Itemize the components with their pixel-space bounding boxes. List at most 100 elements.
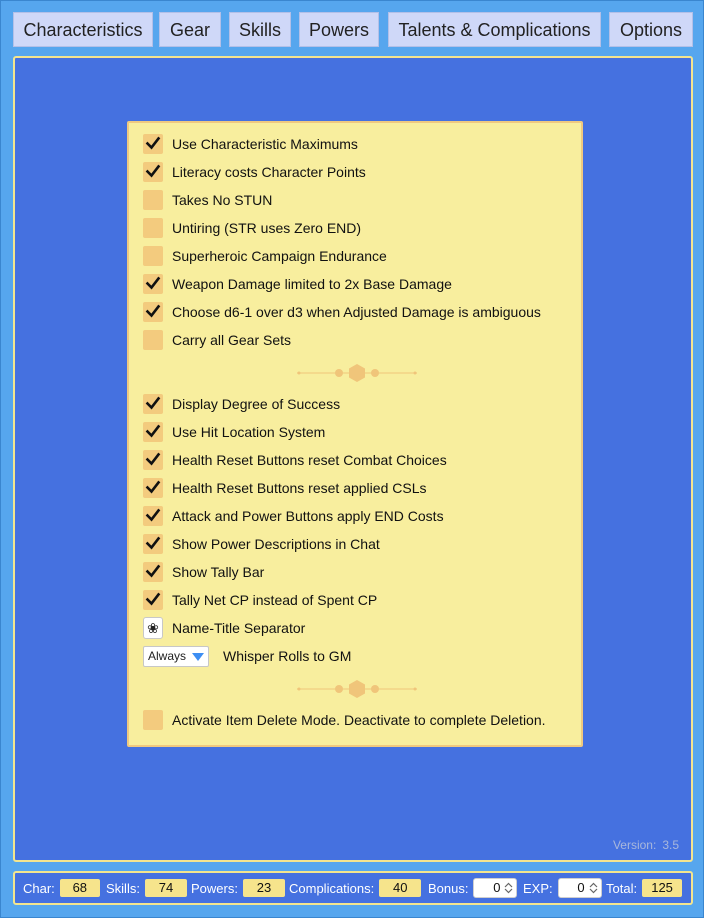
sheet-frame: Characteristics Gear Skills Powers Talen… — [0, 0, 704, 918]
tab-gear[interactable]: Gear — [159, 12, 221, 47]
checkmark-icon — [145, 452, 161, 466]
version-info: Version: 3.5 — [613, 838, 679, 852]
option-checkbox[interactable] — [143, 218, 163, 238]
option-label: Show Power Descriptions in Chat — [172, 536, 380, 552]
option-label: Show Tally Bar — [172, 564, 265, 580]
tally-bonus-label: Bonus: — [428, 880, 469, 896]
whisper-select-value: Always — [148, 648, 187, 663]
option-checkbox[interactable] — [143, 450, 163, 470]
options-page: Use Characteristic Maximums Literacy cost… — [13, 56, 693, 862]
checkmark-icon — [145, 536, 161, 550]
hexagon-divider-icon — [297, 364, 417, 382]
option-checkbox[interactable] — [143, 330, 163, 350]
tally-powers-label: Powers: — [191, 880, 238, 896]
version-label: Version: — [612, 838, 657, 852]
option-label: Attack and Power Buttons apply END Costs — [172, 508, 444, 524]
separator-label: Name-Title Separator — [172, 620, 306, 636]
option-row: Use Characteristic Maximums — [143, 133, 358, 155]
option-row: Tally Net CP instead of Spent CP — [143, 589, 377, 611]
tally-exp-input[interactable]: 0 — [557, 878, 602, 898]
option-label: Takes No STUN — [172, 192, 273, 208]
tab-characteristics[interactable]: Characteristics — [13, 12, 153, 47]
option-row: Health Reset Buttons reset Combat Choice… — [143, 449, 447, 471]
option-row: Attack and Power Buttons apply END Costs — [143, 505, 444, 527]
option-checkbox[interactable] — [143, 478, 163, 498]
tally-total-value: 125 — [642, 879, 683, 897]
option-checkbox[interactable] — [143, 190, 163, 210]
options-panel: Use Characteristic Maximums Literacy cost… — [127, 121, 583, 747]
delete-mode-row: Activate Item Delete Mode. Deactivate to… — [143, 709, 546, 731]
option-label: Use Hit Location System — [172, 424, 326, 440]
tally-complications-label: Complications: — [289, 880, 375, 896]
tally-total-label: Total: — [606, 880, 638, 896]
spinner-arrows-icon[interactable] — [589, 882, 598, 894]
option-checkbox[interactable] — [143, 562, 163, 582]
option-row: Untiring (STR uses Zero END) — [143, 217, 361, 239]
option-label: Literacy costs Character Points — [172, 164, 366, 180]
option-row: Weapon Damage limited to 2x Base Damage — [143, 273, 452, 295]
option-row: Use Hit Location System — [143, 421, 325, 443]
option-checkbox[interactable] — [143, 394, 163, 414]
option-label: Superheroic Campaign Endurance — [172, 248, 387, 264]
tab-talents-complications[interactable]: Talents & Complications — [388, 12, 601, 47]
tally-char: Char: 68 — [23, 873, 100, 903]
option-row: Choose d6-1 over d3 when Adjusted Damage… — [143, 301, 541, 323]
delete-mode-checkbox[interactable] — [143, 710, 163, 730]
tally-powers: Powers: 23 — [191, 873, 285, 903]
tally-complications: Complications: 40 — [289, 873, 422, 903]
checkmark-icon — [145, 592, 161, 606]
tally-bonus: Bonus: 0 — [428, 873, 518, 903]
option-checkbox[interactable] — [143, 590, 163, 610]
option-row: Show Tally Bar — [143, 561, 264, 583]
spinner-arrows-icon[interactable] — [504, 882, 513, 894]
option-checkbox[interactable] — [143, 302, 163, 322]
option-row: Display Degree of Success — [143, 393, 340, 415]
option-checkbox[interactable] — [143, 246, 163, 266]
whisper-label: Whisper Rolls to GM — [223, 648, 352, 664]
option-label: Weapon Damage limited to 2x Base Damage — [172, 276, 452, 292]
option-label: Tally Net CP instead of Spent CP — [172, 592, 378, 608]
tally-char-label: Char: — [23, 880, 55, 896]
whisper-row: Always Whisper Rolls to GM — [143, 645, 351, 667]
option-row: Carry all Gear Sets — [143, 329, 291, 351]
option-checkbox[interactable] — [143, 422, 163, 442]
option-checkbox[interactable] — [143, 506, 163, 526]
tally-exp-value: 0 — [577, 880, 585, 895]
checkmark-icon — [145, 564, 161, 578]
checkmark-icon — [145, 276, 161, 290]
option-checkbox[interactable] — [143, 162, 163, 182]
separator-row: ❀ Name-Title Separator — [143, 617, 305, 639]
option-label: Choose d6-1 over d3 when Adjusted Damage… — [172, 304, 541, 320]
option-checkbox[interactable] — [143, 274, 163, 294]
triangle-down-icon — [192, 652, 204, 661]
option-label: Untiring (STR uses Zero END) — [172, 220, 362, 236]
option-label: Use Characteristic Maximums — [172, 136, 358, 152]
option-row: Literacy costs Character Points — [143, 161, 366, 183]
option-row: Show Power Descriptions in Chat — [143, 533, 380, 555]
option-label: Carry all Gear Sets — [172, 332, 292, 348]
tally-total: Total: 125 — [606, 873, 683, 903]
tab-options[interactable]: Options — [609, 12, 693, 47]
checkmark-icon — [145, 304, 161, 318]
option-row: Takes No STUN — [143, 189, 272, 211]
checkmark-icon — [145, 164, 161, 178]
tally-skills-label: Skills: — [106, 880, 140, 896]
version-value: 3.5 — [662, 838, 679, 852]
tally-powers-value: 23 — [242, 879, 285, 897]
tab-skills[interactable]: Skills — [229, 12, 291, 47]
tally-exp: EXP: 0 — [523, 873, 602, 903]
delete-mode-label: Activate Item Delete Mode. Deactivate to… — [172, 712, 546, 728]
tally-bonus-input[interactable]: 0 — [473, 878, 518, 898]
option-checkbox[interactable] — [143, 534, 163, 554]
tally-skills: Skills: 74 — [106, 873, 187, 903]
option-label: Display Degree of Success — [172, 396, 341, 412]
option-checkbox[interactable] — [143, 134, 163, 154]
option-row: Superheroic Campaign Endurance — [143, 245, 387, 267]
tab-powers[interactable]: Powers — [299, 12, 379, 47]
tally-char-value: 68 — [59, 879, 100, 897]
option-label: Health Reset Buttons reset Combat Choice… — [172, 452, 447, 468]
whisper-select[interactable]: Always — [143, 645, 209, 667]
separator-symbol-button[interactable]: ❀ — [143, 617, 163, 639]
tally-exp-label: EXP: — [523, 880, 553, 896]
checkmark-icon — [145, 508, 161, 522]
